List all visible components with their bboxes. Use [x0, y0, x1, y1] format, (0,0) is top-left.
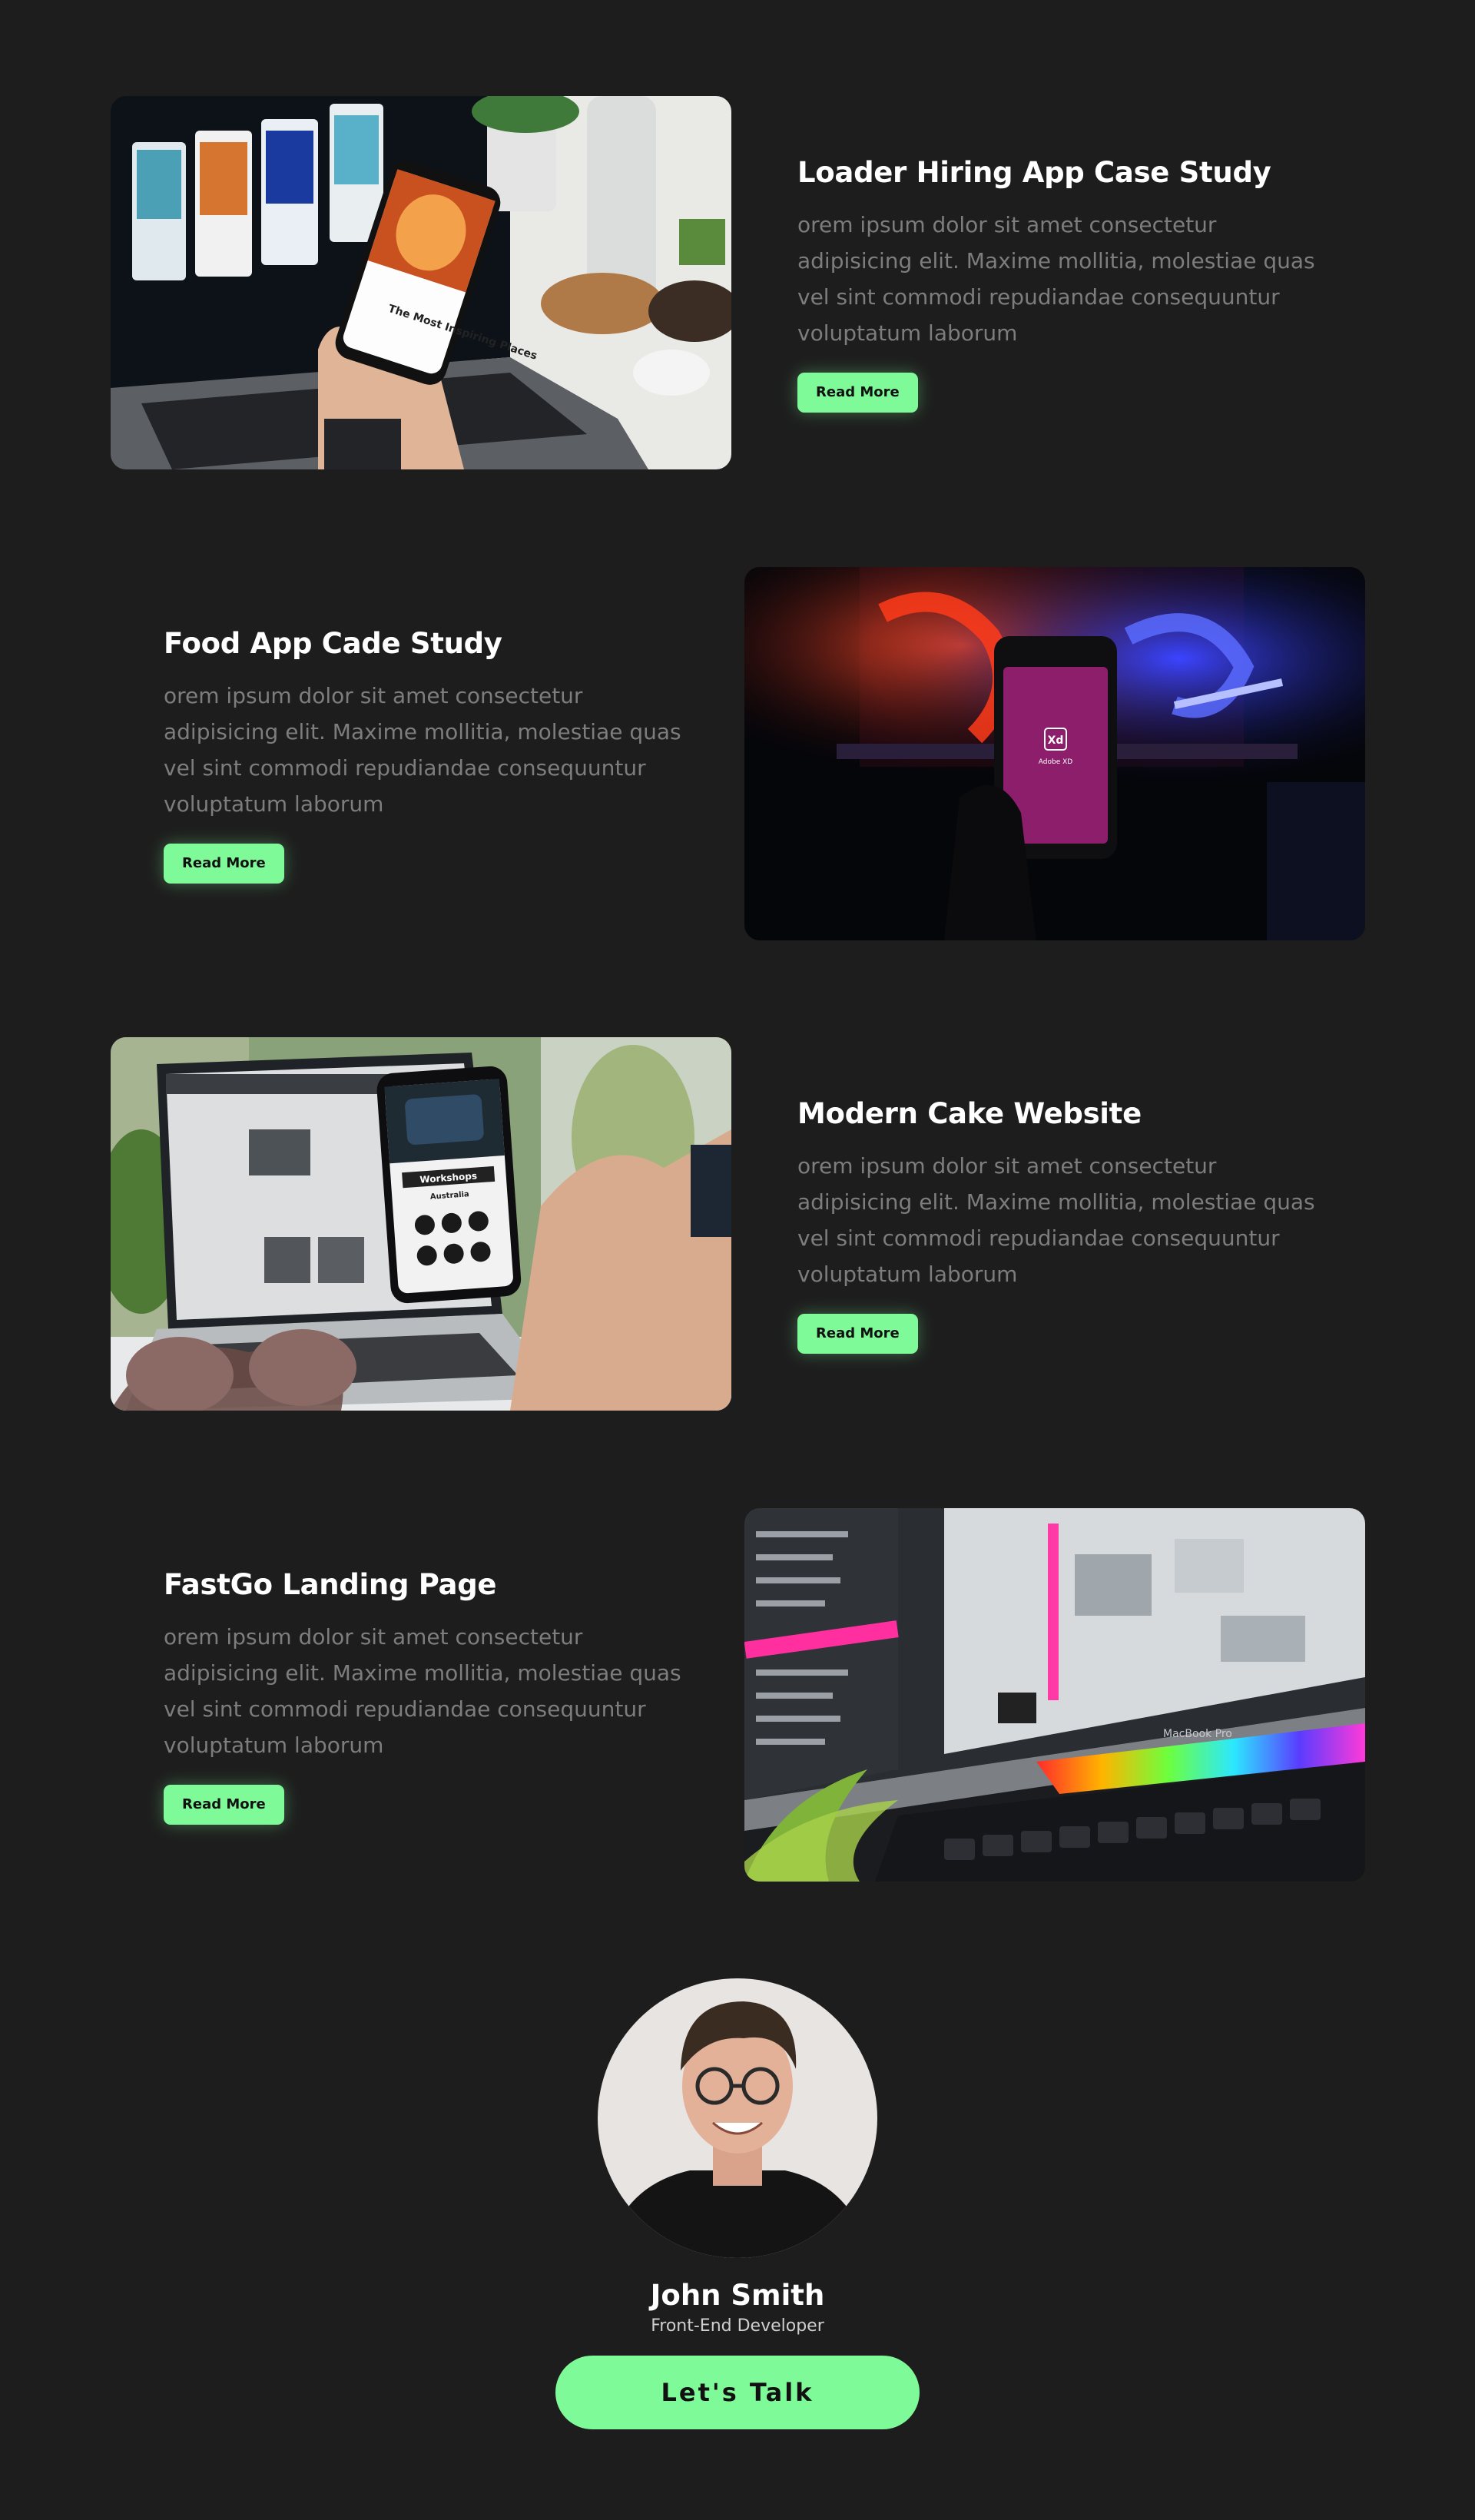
project-description: orem ipsum dolor sit amet consectetur ad…	[164, 1624, 681, 1758]
project-title: FastGo Landing Page	[164, 1568, 497, 1601]
read-more-button[interactable]: Read More	[164, 1785, 284, 1825]
project-card-3: Workshops Australia Modern Cake Website …	[0, 1037, 1475, 1411]
project-card-4: FastGo Landing Page orem ipsum dolor sit…	[0, 1508, 1475, 1882]
project-description: orem ipsum dolor sit amet consectetur ad…	[797, 212, 1315, 346]
project-image[interactable]: Xd Adobe XD	[744, 567, 1365, 940]
project-title: Modern Cake Website	[797, 1097, 1142, 1130]
project-image[interactable]: Workshops Australia	[111, 1037, 731, 1411]
avatar	[598, 1978, 877, 2258]
macbook-label: MacBook Pro	[1163, 1728, 1232, 1740]
avatar-portrait	[598, 1978, 877, 2258]
read-more-button[interactable]: Read More	[797, 373, 918, 413]
profile-role: Front-End Developer	[651, 2316, 824, 2336]
project-info: Modern Cake Website orem ipsum dolor sit…	[797, 1096, 1320, 1354]
read-more-button[interactable]: Read More	[797, 1314, 918, 1354]
project-image[interactable]: The Most Inspiring Places	[111, 96, 731, 469]
project-4-illustration: MacBook Pro	[744, 1508, 1365, 1882]
project-title: Loader Hiring App Case Study	[797, 156, 1271, 189]
project-card-2: Food App Cade Study orem ipsum dolor sit…	[0, 567, 1475, 940]
lets-talk-button[interactable]: Let's Talk	[555, 2356, 920, 2429]
project-description: orem ipsum dolor sit amet consectetur ad…	[164, 683, 681, 817]
project-info: FastGo Landing Page orem ipsum dolor sit…	[164, 1567, 686, 1825]
read-more-button[interactable]: Read More	[164, 844, 284, 884]
project-card-1: The Most Inspiring Places Loader Hiring …	[0, 96, 1475, 469]
project-info: Food App Cade Study orem ipsum dolor sit…	[164, 625, 686, 884]
project-3-illustration: Workshops Australia	[111, 1037, 731, 1411]
project-title: Food App Cade Study	[164, 627, 502, 660]
project-info: Loader Hiring App Case Study orem ipsum …	[797, 154, 1320, 413]
xd-logo-text: Xd	[1048, 734, 1064, 747]
project-2-illustration: Xd Adobe XD	[744, 567, 1365, 940]
project-image[interactable]: MacBook Pro	[744, 1508, 1365, 1882]
profile-name: John Smith	[650, 2279, 825, 2312]
project-1-illustration: The Most Inspiring Places	[111, 96, 731, 469]
project-description: orem ipsum dolor sit amet consectetur ad…	[797, 1153, 1315, 1287]
profile-section: John Smith Front-End Developer Let's Tal…	[0, 1978, 1475, 2429]
xd-app-name: Adobe XD	[1039, 758, 1072, 766]
